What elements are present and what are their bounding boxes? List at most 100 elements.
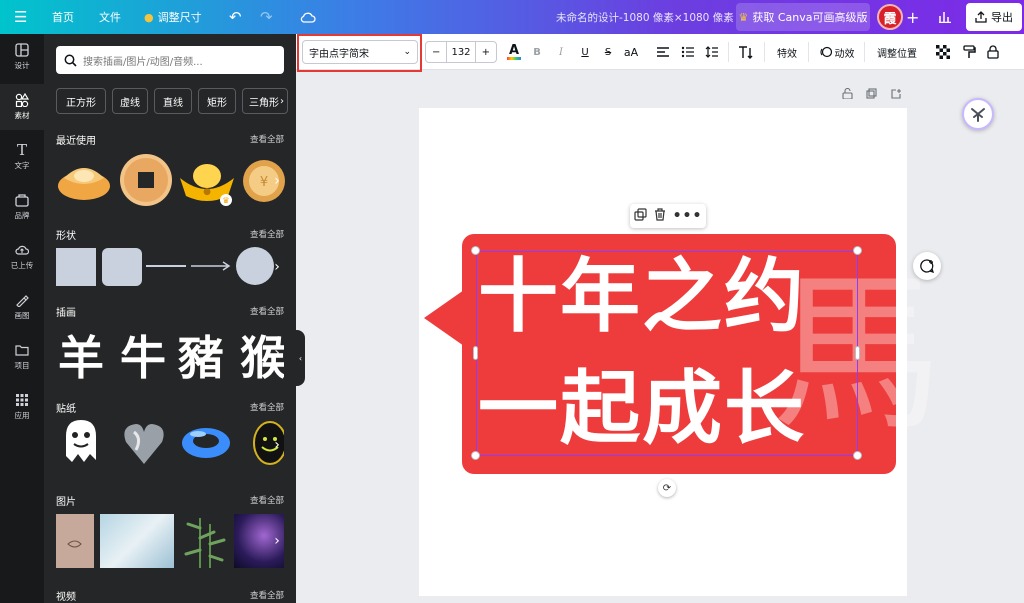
font-size-value[interactable]: 132 — [447, 42, 474, 62]
photo-thumb-bamboo[interactable] — [180, 514, 230, 568]
menu-icon[interactable]: ☰ — [14, 0, 27, 34]
search-input[interactable]: 搜索插画/图片/动图/音频... — [56, 46, 284, 74]
chip-line[interactable]: 直线 — [154, 88, 192, 114]
square-shape-thumb[interactable] — [56, 248, 96, 286]
rounded-square-shape-thumb[interactable] — [102, 248, 142, 286]
rail-item-draw[interactable]: 画图 — [0, 284, 44, 330]
blue-ring-sticker-thumb[interactable] — [180, 422, 232, 464]
ancient-coin-thumb[interactable] — [118, 152, 174, 208]
rail-item-uploads[interactable]: 已上传 — [0, 234, 44, 280]
speech-bubble-tail[interactable] — [424, 290, 464, 346]
position-button[interactable]: 调整位置 — [874, 42, 920, 62]
section-title-shapes: 形状 — [56, 231, 76, 242]
text-color-icon: A — [508, 43, 520, 58]
section-title-videos: 视频 — [56, 592, 76, 603]
resize-handle-se[interactable] — [853, 451, 862, 460]
see-all-link[interactable]: 查看全部 — [250, 305, 284, 317]
italic-icon[interactable]: I — [554, 42, 568, 62]
decrease-size-button[interactable]: − — [426, 42, 448, 62]
magic-assistant-icon[interactable] — [962, 98, 994, 130]
delete-icon[interactable] — [654, 208, 666, 224]
line-shape-thumb[interactable] — [146, 265, 186, 267]
line-spacing-icon[interactable] — [705, 42, 719, 62]
photo-thumb-paper[interactable] — [56, 514, 94, 568]
transparency-icon[interactable] — [936, 42, 950, 62]
chevron-right-icon[interactable]: › — [270, 173, 284, 189]
redo-icon[interactable]: ↷ — [260, 0, 273, 34]
page-lock-icon[interactable] — [842, 87, 853, 102]
insights-icon[interactable] — [938, 0, 952, 34]
see-all-link[interactable]: 查看全部 — [250, 589, 284, 601]
increase-size-button[interactable]: + — [474, 42, 496, 62]
elements-icon — [15, 93, 29, 107]
export-button[interactable]: 导出 — [966, 3, 1022, 31]
text-direction-icon[interactable] — [738, 42, 756, 62]
chip-square[interactable]: 正方形 — [56, 88, 106, 114]
collapse-panel-handle[interactable]: ‹ — [296, 330, 305, 386]
chevron-right-icon[interactable]: › — [270, 533, 284, 549]
rotate-handle-icon[interactable]: ⟳ — [658, 479, 676, 497]
rail-item-apps[interactable]: 应用 — [0, 384, 44, 430]
photo-thumb-watercolor[interactable] — [100, 514, 174, 568]
more-options-icon[interactable]: ••• — [673, 208, 703, 224]
see-all-link[interactable]: 查看全部 — [250, 133, 284, 145]
resize-handle-ne[interactable] — [853, 246, 862, 255]
cloud-saved-icon[interactable] — [300, 0, 316, 34]
illustration-calligraphy-ox[interactable]: 牛 — [120, 322, 170, 385]
rail-label: 素材 — [14, 111, 30, 120]
duplicate-page-icon[interactable] — [866, 88, 877, 102]
share-add-icon[interactable]: + — [906, 0, 919, 34]
divider — [808, 42, 809, 62]
get-pro-button[interactable]: ♛ 获取 Canva可画高级版 — [736, 3, 870, 31]
resize-button[interactable]: ● 调整尺寸 — [144, 0, 202, 34]
resize-handle-w[interactable] — [473, 346, 478, 360]
home-link[interactable]: 首页 — [52, 0, 74, 34]
document-title[interactable]: 未命名的设计-1080 像素×1080 像素 — [556, 0, 734, 34]
strikethrough-icon[interactable]: S — [601, 42, 615, 62]
arrow-line-shape-thumb[interactable] — [190, 260, 232, 272]
add-comment-icon[interactable] — [913, 252, 941, 280]
resize-handle-nw[interactable] — [471, 246, 480, 255]
underline-icon[interactable]: U — [578, 42, 592, 62]
see-all-link[interactable]: 查看全部 — [250, 494, 284, 506]
effects-button[interactable]: 特效 — [772, 42, 802, 62]
rail-item-brand[interactable]: 品牌 — [0, 184, 44, 230]
ghost-sticker-thumb[interactable] — [58, 418, 104, 466]
align-left-icon[interactable] — [656, 42, 670, 62]
animate-button[interactable]: 动效 — [816, 42, 858, 62]
resize-handle-e[interactable] — [855, 346, 860, 360]
lock-icon[interactable] — [986, 42, 1000, 62]
gold-yuanbao-thumb[interactable]: ● ♛ — [178, 156, 236, 206]
gold-ingot-thumb[interactable] — [56, 156, 112, 204]
chip-triangle[interactable]: 三角形 › — [242, 88, 288, 114]
rail-item-design[interactable]: 设计 — [0, 34, 44, 80]
resize-handle-sw[interactable] — [471, 451, 480, 460]
file-menu[interactable]: 文件 — [99, 0, 121, 34]
add-page-icon[interactable] — [891, 88, 902, 102]
paint-roller-icon[interactable] — [962, 42, 976, 62]
draw-icon — [15, 293, 29, 307]
letter-case-icon[interactable]: aA — [622, 42, 640, 62]
font-size-stepper[interactable]: − 132 + — [425, 41, 497, 63]
rail-item-elements[interactable]: 素材 — [0, 84, 44, 130]
chip-dashed[interactable]: 虚线 — [112, 88, 148, 114]
chip-rectangle[interactable]: 矩形 — [198, 88, 236, 114]
see-all-link[interactable]: 查看全部 — [250, 228, 284, 240]
avatar[interactable]: 霞 — [877, 4, 903, 30]
chevron-right-icon[interactable]: › — [270, 259, 284, 275]
rail-item-projects[interactable]: 项目 — [0, 334, 44, 380]
bullet-list-icon[interactable] — [681, 42, 695, 62]
undo-icon[interactable]: ↶ — [229, 0, 242, 34]
circle-shape-thumb[interactable] — [236, 247, 274, 285]
see-all-link[interactable]: 查看全部 — [250, 401, 284, 413]
duplicate-icon[interactable] — [633, 208, 647, 224]
rail-item-text[interactable]: T 文字 — [0, 134, 44, 180]
chevron-right-icon[interactable]: › — [270, 345, 284, 361]
chevron-right-icon[interactable]: › — [270, 437, 284, 453]
illustration-calligraphy-pig[interactable]: 豬 — [178, 322, 234, 385]
chrome-heart-sticker-thumb[interactable] — [122, 420, 166, 466]
bold-icon[interactable]: B — [530, 42, 544, 62]
text-color-button[interactable]: A — [506, 42, 522, 62]
illustration-calligraphy-sheep[interactable]: 羊 — [58, 322, 108, 385]
top-bar: ☰ 首页 文件 ● 调整尺寸 ↶ ↷ 未命名的设计-1080 像素×1080 像… — [0, 0, 1024, 34]
